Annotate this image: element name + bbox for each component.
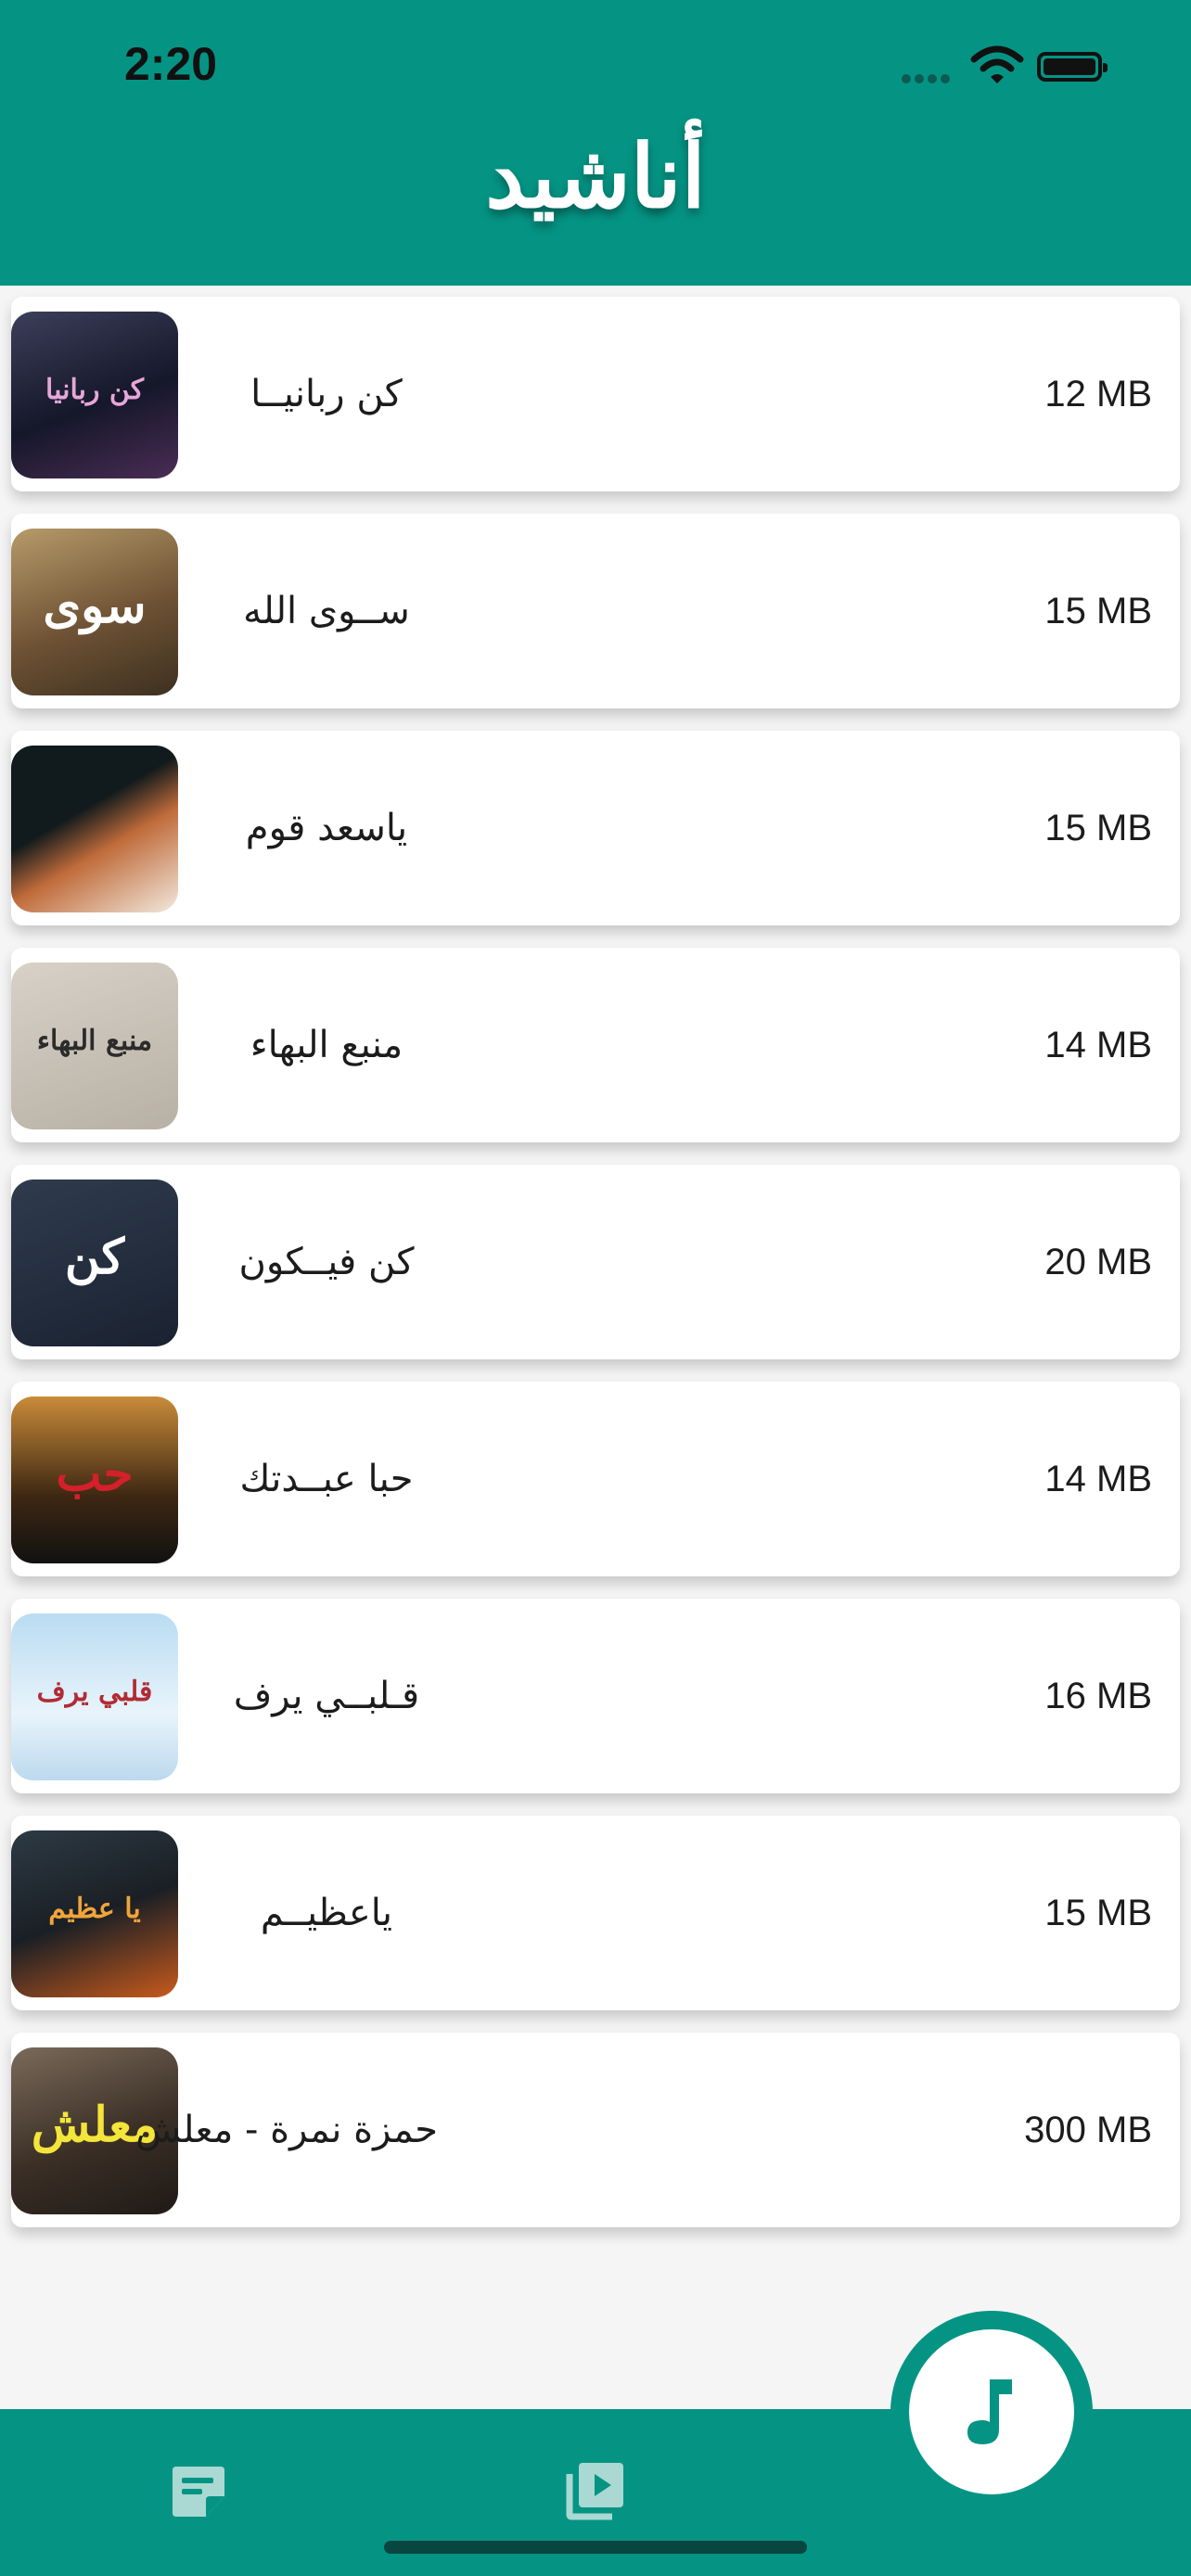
track-cover-lettering: كن ربانيا	[45, 374, 145, 406]
home-indicator	[384, 2541, 807, 2554]
track-cover-lettering: سوى	[43, 578, 147, 634]
track-file-size: 14 MB	[1044, 1459, 1152, 1499]
track-cover-lettering: يا عظيم	[48, 1893, 141, 1925]
track-title: ســوى الله	[243, 590, 410, 632]
track-cover-image: يا عظيم	[11, 1830, 178, 1997]
track-list-item[interactable]: معلش حمزة نمرة - معلش 300 MB	[11, 2033, 1180, 2227]
track-cover-lettering: منبع البهاء	[36, 1025, 153, 1057]
battery-icon	[1037, 52, 1108, 82]
video-library-icon[interactable]	[566, 2459, 627, 2520]
track-cover-lettering: قلبي يرف	[36, 1676, 153, 1708]
track-list: كن ربانيا كن ربانيــا 12 MB سوى ســوى الله 15…	[11, 297, 1180, 2250]
track-title: قـلبــي يرف	[233, 1675, 420, 1717]
track-title: حبا عبــدتك	[239, 1458, 414, 1500]
page-title: أناشيد	[485, 126, 706, 228]
track-file-size: 12 MB	[1044, 374, 1152, 414]
track-list-item[interactable]: منبع البهاء منبع البهاء 14 MB	[11, 948, 1180, 1142]
track-cover-image: كن	[11, 1180, 178, 1346]
music-note-icon	[967, 2379, 1012, 2444]
track-list-item[interactable]: كن كن فيــكون 20 MB	[11, 1165, 1180, 1359]
track-cover-lettering: كن	[64, 1229, 125, 1285]
track-file-size: 14 MB	[1044, 1025, 1152, 1065]
track-cover-image: منبع البهاء	[11, 963, 178, 1129]
track-file-size: 20 MB	[1044, 1242, 1152, 1282]
app-header: 2:20 أناشيد	[0, 0, 1191, 286]
track-cover-image: سوى	[11, 529, 178, 695]
track-title: كن ربانيــا	[250, 373, 403, 415]
track-title: ياسعد قوم	[245, 807, 408, 849]
track-list-item[interactable]: قلبي يرف قـلبــي يرف 16 MB	[11, 1599, 1180, 1793]
music-tab-button[interactable]	[909, 2329, 1074, 2494]
track-cover-image: قلبي يرف	[11, 1613, 178, 1780]
track-list-item[interactable]: حب حبا عبــدتك 14 MB	[11, 1382, 1180, 1576]
track-file-size: 16 MB	[1044, 1676, 1152, 1716]
wifi-icon	[970, 45, 1024, 83]
track-cover-image	[11, 746, 178, 912]
track-file-size: 15 MB	[1044, 1893, 1152, 1933]
track-list-item[interactable]: سوى ســوى الله 15 MB	[11, 514, 1180, 708]
track-file-size: 15 MB	[1044, 591, 1152, 631]
status-time: 2:20	[124, 38, 218, 90]
track-title: ياعظيــم	[260, 1892, 393, 1934]
track-title: حمزة نمرة - معلش	[135, 2109, 438, 2151]
track-file-size: 15 MB	[1044, 808, 1152, 848]
track-title: منبع البهاء	[250, 1024, 403, 1066]
track-list-item[interactable]: ياسعد قوم 15 MB	[11, 731, 1180, 925]
track-cover-lettering: حب	[56, 1446, 134, 1502]
track-list-item[interactable]: يا عظيم ياعظيــم 15 MB	[11, 1816, 1180, 2010]
track-cover-image: حب	[11, 1396, 178, 1563]
cellular-signal-icon	[902, 74, 961, 85]
track-file-size: 300 MB	[1024, 2110, 1152, 2150]
track-cover-image: كن ربانيا	[11, 312, 178, 478]
notes-icon[interactable]	[171, 2463, 226, 2519]
track-list-item[interactable]: كن ربانيا كن ربانيــا 12 MB	[11, 297, 1180, 491]
track-title: كن فيــكون	[238, 1241, 415, 1283]
